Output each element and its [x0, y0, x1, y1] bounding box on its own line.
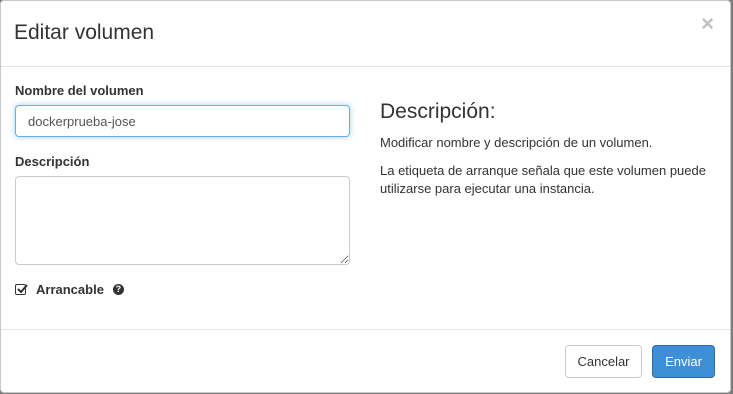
description-textarea[interactable]	[15, 176, 350, 265]
bootable-label: Arrancable	[36, 282, 104, 297]
volume-name-input[interactable]	[15, 105, 350, 137]
help-panel-paragraph-2: La etiqueta de arranque señala que este …	[380, 163, 706, 196]
description-label: Descripción	[15, 154, 90, 169]
help-panel-title: Descripción:	[380, 100, 496, 123]
dialog-footer: Cancelar Enviar	[1, 329, 730, 394]
dialog-title: Editar volumen	[14, 21, 155, 44]
close-icon[interactable]: ×	[701, 13, 714, 35]
cancel-button[interactable]: Cancelar	[565, 345, 642, 378]
bootable-row: Arrancable ?	[15, 282, 124, 297]
dialog-header: Editar volumen ×	[1, 1, 730, 67]
help-panel-paragraph-1: Modificar nombre y descripción de un vol…	[380, 135, 653, 150]
help-icon[interactable]: ?	[112, 284, 124, 295]
edit-volume-dialog: Editar volumen × Nombre del volumen Desc…	[0, 0, 731, 393]
volume-name-label: Nombre del volumen	[15, 83, 144, 98]
submit-button[interactable]: Enviar	[652, 345, 715, 378]
check-icon	[17, 284, 28, 294]
bootable-checkbox[interactable]	[15, 284, 28, 295]
